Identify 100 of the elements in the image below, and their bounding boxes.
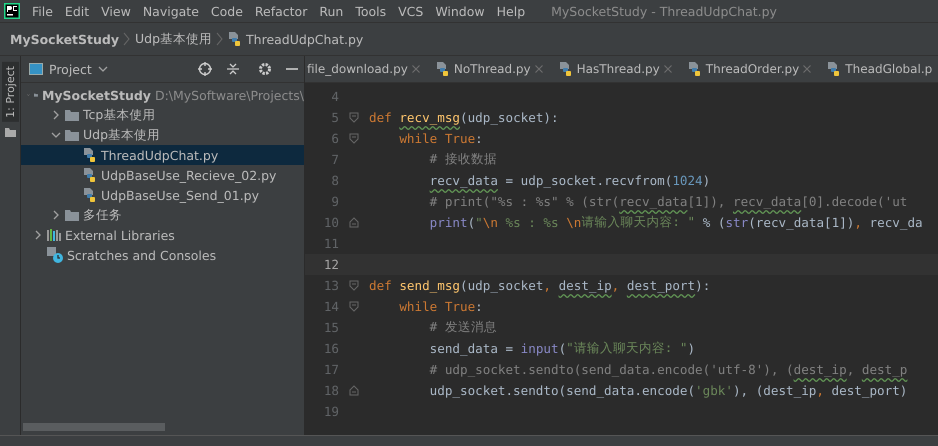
close-icon[interactable] bbox=[534, 65, 543, 73]
line-number: 18 bbox=[322, 383, 339, 398]
settings-icon[interactable] bbox=[258, 62, 272, 76]
fold-icon[interactable] bbox=[349, 112, 359, 123]
menu-item[interactable]: Refactor bbox=[248, 4, 314, 18]
menu-item[interactable]: Run bbox=[313, 4, 350, 18]
scrollbar-thumb[interactable] bbox=[23, 423, 165, 431]
python-file-icon bbox=[228, 31, 242, 47]
editor-tab[interactable]: file_download.py bbox=[305, 56, 428, 82]
line-number: 5 bbox=[330, 110, 339, 125]
tree-item[interactable]: UdpBaseUse_Send_01.py bbox=[21, 185, 304, 205]
panel-title[interactable]: Project bbox=[49, 62, 92, 76]
close-icon[interactable] bbox=[412, 65, 420, 73]
folder-icon bbox=[65, 209, 79, 221]
library-icon bbox=[47, 229, 61, 241]
editor-tab[interactable]: HasThread.py bbox=[550, 56, 680, 82]
code-token: 请输入聊天内容: " bbox=[581, 214, 696, 231]
code-token: # 发送消息 bbox=[428, 319, 497, 336]
breadcrumb[interactable]: MySocketStudy bbox=[10, 32, 119, 46]
code-token: print bbox=[428, 215, 468, 230]
separator-icon bbox=[216, 32, 224, 46]
dropdown-icon[interactable] bbox=[98, 64, 108, 74]
menu-item[interactable]: VCS bbox=[392, 4, 430, 18]
code-token: \n bbox=[482, 215, 498, 230]
fold-icon[interactable] bbox=[349, 133, 359, 144]
menu-item[interactable]: File bbox=[26, 4, 59, 18]
code-token: recv_data bbox=[430, 173, 498, 188]
fold-icon[interactable] bbox=[349, 217, 359, 228]
close-icon[interactable] bbox=[664, 65, 672, 73]
code-token: " bbox=[475, 215, 483, 230]
line-number: 7 bbox=[330, 152, 339, 167]
menu-item[interactable]: Code bbox=[204, 4, 249, 18]
code-token: (recv_data[1]) bbox=[748, 215, 854, 230]
python-file-icon bbox=[827, 61, 842, 77]
crosshair-icon[interactable] bbox=[198, 62, 212, 76]
folder-icon[interactable] bbox=[4, 128, 16, 137]
tree-item[interactable]: Tcp基本使用 bbox=[21, 105, 304, 125]
code-token: recv_data bbox=[732, 194, 802, 209]
menu-item[interactable]: Edit bbox=[58, 4, 96, 18]
code-token: recv_msg bbox=[399, 110, 460, 125]
scratches-icon bbox=[47, 247, 63, 263]
code-token: recv_da bbox=[868, 215, 923, 230]
python-file-icon bbox=[83, 167, 97, 183]
tree-item[interactable]: Scratches and Consoles bbox=[21, 245, 304, 265]
tree-item[interactable]: UdpBaseUse_Recieve_02.py bbox=[21, 165, 304, 185]
line-number: 4 bbox=[330, 89, 339, 104]
tree-item[interactable]: 多任务 bbox=[21, 205, 304, 225]
code-token: def bbox=[369, 110, 392, 125]
tree-item[interactable]: ThreadUdpChat.py bbox=[21, 145, 304, 165]
breadcrumb[interactable]: Udp基本使用 bbox=[135, 30, 212, 48]
editor-tab[interactable]: TheadGlobal.p bbox=[819, 56, 938, 82]
project-path: D:\MySoftware\Projects\ bbox=[154, 88, 304, 102]
line-number: 6 bbox=[330, 131, 339, 146]
code-token: ) bbox=[702, 173, 710, 188]
editor-tab[interactable]: NoThread.py bbox=[428, 56, 551, 82]
chevron-icon[interactable] bbox=[51, 130, 61, 140]
fold-icon[interactable] bbox=[349, 385, 359, 396]
collapse-icon[interactable] bbox=[226, 62, 240, 76]
line-number: 9 bbox=[330, 194, 339, 209]
breadcrumb[interactable]: ThreadUdpChat.py bbox=[246, 32, 364, 46]
window-icon bbox=[29, 63, 43, 75]
folder-icon bbox=[65, 109, 79, 121]
close-icon[interactable] bbox=[803, 65, 812, 73]
project-tool-tab[interactable]: 1: Project bbox=[2, 62, 18, 122]
code-token: dest_p bbox=[862, 362, 908, 377]
menu-item[interactable]: View bbox=[95, 4, 137, 18]
code-token: 'gbk' bbox=[695, 383, 733, 398]
tree-item[interactable]: MySocketStudy D:\MySoftware\Projects\ bbox=[21, 85, 304, 105]
tree-item[interactable]: External Libraries bbox=[21, 225, 304, 245]
tab-label: TheadGlobal.p bbox=[845, 62, 932, 76]
code-token: send_msg bbox=[398, 278, 460, 293]
chevron-icon[interactable] bbox=[51, 210, 61, 220]
code-token: ): bbox=[695, 278, 710, 293]
tree-item-label: ThreadUdpChat.py bbox=[101, 148, 218, 162]
tree-item-label: Udp基本使用 bbox=[83, 126, 160, 144]
tree-item[interactable]: Udp基本使用 bbox=[21, 125, 304, 145]
line-number: 16 bbox=[322, 341, 339, 356]
code-token: send_data = bbox=[428, 341, 514, 356]
fold-icon[interactable] bbox=[349, 280, 359, 291]
editor-tab[interactable]: ThreadOrder.py bbox=[680, 56, 820, 82]
code-token: : bbox=[475, 131, 483, 146]
code-token: , bbox=[816, 383, 824, 398]
fold-icon[interactable] bbox=[349, 301, 359, 312]
code-token: dest_ip bbox=[794, 362, 847, 377]
code-token: = udp_socket.recvfrom( bbox=[504, 173, 672, 188]
chevron-icon[interactable] bbox=[51, 110, 61, 120]
code-token: str bbox=[725, 215, 748, 230]
menu-item[interactable]: Tools bbox=[349, 4, 392, 18]
code-token: \n bbox=[566, 215, 582, 230]
menu-item[interactable]: Window bbox=[429, 4, 491, 18]
code-token: , bbox=[543, 278, 551, 293]
tree-item-label: 多任务 bbox=[83, 206, 122, 224]
chevron-icon[interactable] bbox=[33, 230, 43, 240]
code-token: # udp_socket.sendto(send_data.encode('utf-8'), ( bbox=[428, 362, 794, 377]
menu-item[interactable]: Navigate bbox=[136, 4, 205, 18]
menu-item[interactable]: Help bbox=[490, 4, 532, 18]
line-number: 17 bbox=[322, 362, 339, 377]
code-token: dest_port bbox=[626, 278, 696, 293]
code-token: %s : %s bbox=[504, 215, 560, 230]
folder-icon bbox=[65, 129, 79, 141]
